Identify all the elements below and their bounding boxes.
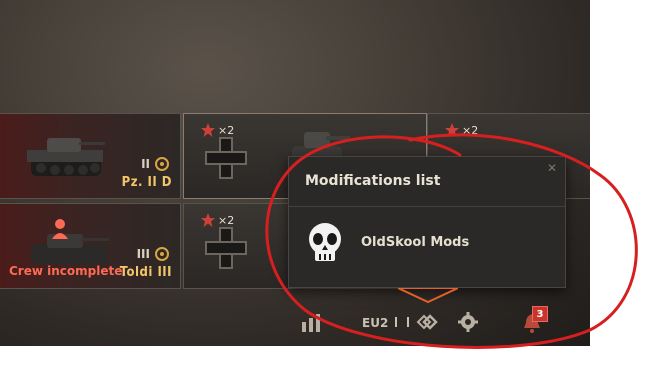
tier-indicator: II	[141, 156, 170, 172]
xp-bonus: ×2	[444, 122, 478, 138]
xp-multiplier: ×2	[462, 123, 479, 137]
star-icon	[445, 123, 459, 137]
mod-name: OldSkool Mods	[361, 235, 470, 250]
diamond-link-icon[interactable]	[416, 312, 444, 332]
cross-emblem-icon	[205, 227, 247, 269]
stats-icon[interactable]	[300, 314, 322, 332]
mod-list-item[interactable]: OldSkool Mods	[289, 209, 565, 273]
laurel-icon	[155, 247, 169, 261]
tank-name: Pz. II D	[121, 175, 172, 190]
server-label: EU2	[362, 316, 389, 330]
cross-emblem-icon	[205, 137, 247, 179]
close-icon[interactable]: ✕	[547, 161, 557, 175]
signal-bars-icon	[395, 317, 410, 327]
divider	[289, 206, 565, 207]
tank-image	[27, 138, 105, 176]
tier-indicator: III	[137, 246, 170, 262]
tank-card-toldi3[interactable]: Crew incomplete III Toldi III	[0, 203, 181, 289]
tank-card-pz2d[interactable]: II Pz. II D	[0, 113, 181, 199]
crew-status: Crew incomplete	[9, 264, 123, 278]
tier-label: II	[141, 157, 150, 171]
bottom-bar	[0, 300, 590, 346]
popup-title: Modifications list	[305, 173, 441, 189]
notification-count-badge: 3	[532, 306, 548, 322]
tier-label: III	[136, 247, 150, 261]
server-indicator[interactable]: EU2	[362, 316, 410, 330]
game-lobby: II Pz. II D ×2 ×2 Crew incomplete III To…	[0, 0, 590, 346]
modifications-popup: Modifications list ✕ OldSkool Mods	[288, 156, 566, 288]
popup-pointer-glow	[398, 288, 458, 304]
tank-name: Toldi III	[119, 265, 172, 280]
laurel-icon	[155, 157, 169, 171]
gear-icon[interactable]	[457, 311, 479, 333]
crew-warning-icon	[52, 219, 68, 239]
skull-icon	[309, 223, 341, 261]
